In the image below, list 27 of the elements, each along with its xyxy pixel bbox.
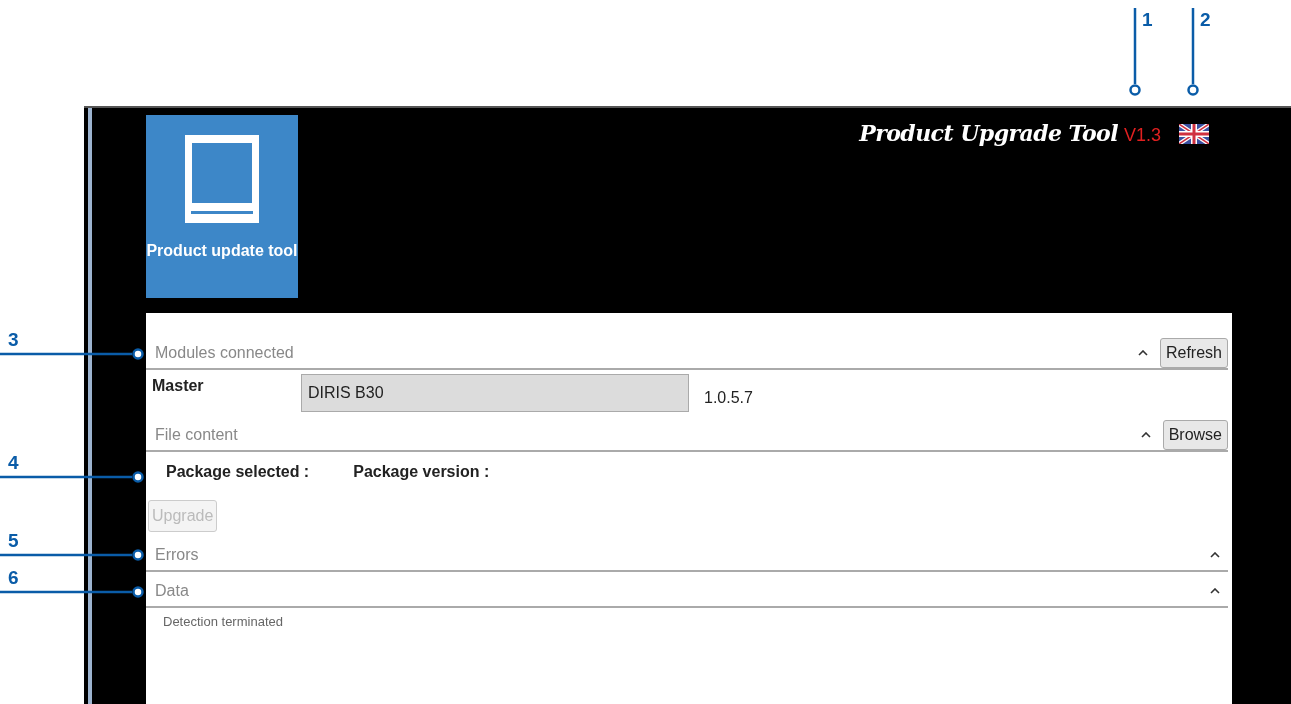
callout-number: 3 (8, 330, 19, 349)
caret-up-icon[interactable] (1210, 552, 1220, 558)
version-label: V1.3 (1123, 124, 1161, 147)
section-header: Errors (154, 545, 199, 565)
package-label: Package version : (353, 462, 490, 482)
callout-number: 1 (1142, 10, 1153, 29)
section-header: File content (154, 425, 238, 445)
caret-up-icon[interactable] (1137, 350, 1148, 356)
callout-number: 5 (8, 531, 19, 550)
log-message: Detection terminated (163, 613, 284, 631)
callout-number: 6 (8, 568, 19, 587)
callout-number: 4 (8, 453, 19, 472)
section-button[interactable]: Refresh (1159, 338, 1228, 368)
app-title: Product Upgrade Tool (859, 119, 1118, 148)
callout-number: 2 (1200, 10, 1211, 29)
section-button[interactable]: Browse (1162, 420, 1228, 450)
section-header: Data (154, 581, 189, 601)
section-header: Modules connected (154, 343, 294, 363)
device-field[interactable]: DIRIS B30 (301, 374, 689, 412)
flag-icon[interactable] (1179, 123, 1209, 144)
caret-up-icon[interactable] (1210, 588, 1220, 594)
app-tile[interactable]: Product update tool (146, 115, 298, 298)
tile-label: Product update tool (146, 241, 298, 261)
package-label: Package selected : (166, 462, 310, 482)
caret-up-icon[interactable] (1140, 432, 1151, 438)
firmware-version: 1.0.5.7 (704, 388, 753, 408)
row-label: Master (151, 376, 205, 396)
